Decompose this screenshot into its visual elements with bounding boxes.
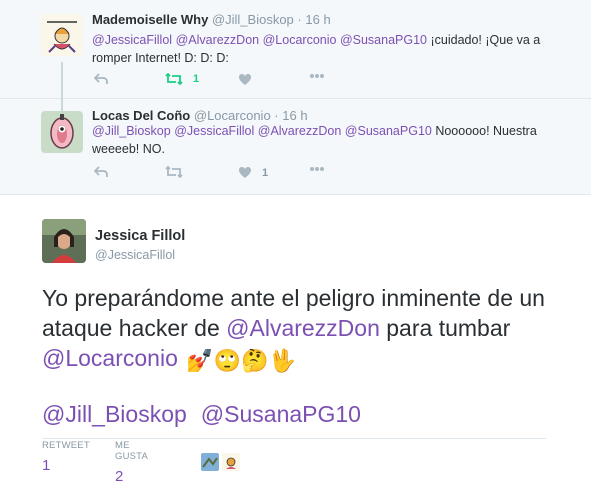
thread-connector: [61, 62, 63, 99]
retweet-stat-label: RETWEET: [42, 440, 90, 451]
retweet-button[interactable]: [165, 166, 193, 178]
tweet-text: Yo preparándome ante el peligro inminent…: [42, 283, 562, 376]
likes-stat-value: 2: [115, 468, 124, 485]
mention-list: @Jill_Bioskop @SusanaPG10: [42, 401, 361, 428]
reply-tweet[interactable]: Locas Del Coño @Locarconio · 16 h @Jill_…: [0, 99, 591, 195]
mention-link[interactable]: @AlvarezzDon: [176, 33, 260, 47]
user-fullname[interactable]: Jessica Fillol: [95, 228, 185, 244]
mention-link[interactable]: @SusanaPG10: [340, 33, 427, 47]
like-button[interactable]: 1: [238, 166, 268, 179]
mention-link[interactable]: @Jill_Bioskop: [92, 124, 171, 138]
tweet-thread: Mademoiselle Why @Jill_Bioskop · 16 h @J…: [0, 0, 591, 492]
like-count: 1: [262, 166, 269, 179]
reply-icon: [94, 73, 108, 84]
retweet-stat-value: 1: [42, 457, 51, 474]
tweet-text-body: para tumbar: [379, 315, 511, 341]
mention-link[interactable]: @SusanaPG10: [345, 124, 432, 138]
likes-stat-label: ME GUSTA: [115, 440, 149, 462]
tweet-timestamp[interactable]: 16 h: [282, 108, 307, 123]
main-tweet: Jessica Fillol @JessicaFillol Yo prepará…: [0, 195, 591, 492]
avatar[interactable]: [41, 111, 83, 153]
mention-link[interactable]: @AlvarezzDon: [226, 315, 380, 341]
tweet-header: Locas Del Coño @Locarconio · 16 h: [92, 108, 308, 123]
mention-link[interactable]: @JessicaFillol: [92, 33, 172, 47]
user-handle[interactable]: @Jill_Bioskop: [212, 12, 294, 27]
more-button[interactable]: [309, 166, 325, 172]
reply-icon: [94, 166, 108, 177]
reply-button[interactable]: [94, 166, 108, 178]
mention-link[interactable]: @Locarconio: [263, 33, 337, 47]
heart-icon: [239, 74, 251, 85]
retweet-icon: [165, 166, 183, 178]
more-button[interactable]: [309, 73, 325, 79]
tweet-timestamp[interactable]: 16 h: [305, 12, 330, 27]
retweet-count: 1: [193, 73, 200, 85]
thread-connector: [61, 99, 63, 111]
mention-link[interactable]: @Locarconio: [42, 345, 178, 371]
separator-dot: ·: [274, 108, 279, 123]
likes-stat[interactable]: ME GUSTA 2: [115, 440, 148, 485]
retweet-icon: [165, 73, 183, 85]
more-icon: [310, 74, 324, 78]
retweet-stat[interactable]: RETWEET 1: [42, 440, 90, 474]
mention-link[interactable]: @JessicaFillol: [174, 124, 254, 138]
heart-icon: [239, 167, 251, 178]
retweet-button[interactable]: 1: [165, 73, 199, 85]
likers-avatars: [201, 453, 240, 471]
avatar[interactable]: [201, 453, 219, 471]
tweet-text: @JessicaFillol @AlvarezzDon @Locarconio …: [92, 31, 562, 67]
avatar[interactable]: [42, 219, 86, 263]
separator-dot: ·: [297, 12, 302, 27]
tweet-header: Mademoiselle Why @Jill_Bioskop · 16 h: [92, 12, 331, 27]
more-icon: [310, 167, 324, 171]
tweet-text: @Jill_Bioskop @JessicaFillol @AlvarezzDo…: [92, 122, 562, 158]
user-handle[interactable]: @JessicaFillol: [95, 248, 175, 262]
divider: [42, 438, 546, 439]
reply-button[interactable]: [94, 73, 108, 85]
user-fullname[interactable]: Mademoiselle Why: [92, 12, 208, 27]
mention-link[interactable]: @AlvarezzDon: [258, 124, 342, 138]
avatar[interactable]: [222, 453, 240, 471]
mention-link[interactable]: @Jill_Bioskop: [42, 401, 187, 427]
user-handle[interactable]: @Locarconio: [194, 108, 271, 123]
user-fullname[interactable]: Locas Del Coño: [92, 108, 190, 123]
like-button[interactable]: [238, 73, 262, 86]
reply-tweet[interactable]: Mademoiselle Why @Jill_Bioskop · 16 h @J…: [0, 0, 591, 99]
avatar[interactable]: [41, 14, 83, 56]
mention-link[interactable]: @SusanaPG10: [201, 401, 361, 427]
emoji: 💅🙄🤔🖖: [186, 348, 296, 373]
